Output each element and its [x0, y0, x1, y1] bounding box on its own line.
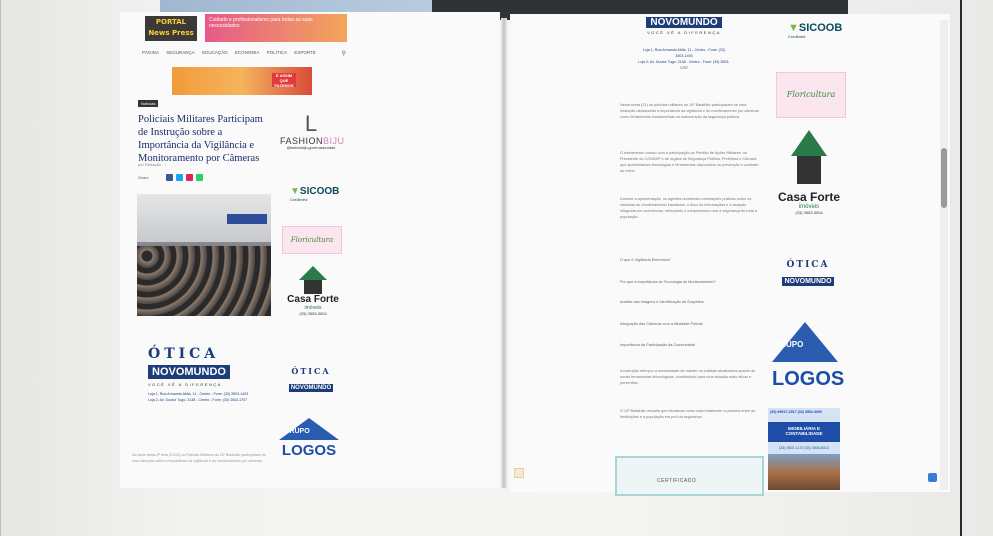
otica-ad-small-right[interactable]: ÓTICA NOVOMUNDO	[778, 260, 838, 288]
photo-crowd	[137, 246, 271, 316]
otica-right-tagline: VOCÊ VÊ A DIFERENÇA	[647, 30, 721, 35]
otica-right-name: NOVOMUNDO	[646, 17, 722, 28]
facebook-icon[interactable]	[165, 174, 173, 181]
site-logo[interactable]: PORTAL News Press	[145, 16, 197, 41]
otica-small-word: ÓTICA	[291, 366, 331, 376]
share-label: Share	[138, 175, 149, 180]
logos-right-grupo: GRUPO	[774, 340, 804, 349]
otica-ad-large[interactable]: ÓTICA NOVOMUNDO VOCÊ VÊ A DIFERENÇA Loja…	[148, 346, 258, 403]
casa-forte-right-name: Casa Forte	[777, 190, 841, 204]
promo-banner[interactable]: É ASSIM QUE FAZEMOS	[172, 67, 312, 95]
article-subheading: Por que a Importância da Tecnologia de M…	[620, 280, 716, 284]
imob-title: IMOBILIÁRIA E CONTABILIDADE	[785, 426, 823, 436]
promo-banner-label: É ASSIM QUE FAZEMOS	[272, 73, 296, 88]
grupo-logos-ad[interactable]: GRUPO LOGOS	[278, 418, 340, 459]
otica-small-right-word: ÓTICA	[786, 260, 830, 270]
otica-right-address-2: Loja 2: Av. Doutor Tugo, 2138 - Centro -…	[638, 60, 730, 70]
sicoob-sub: Credimed	[290, 197, 308, 202]
article-meta: por Redação · ·	[138, 162, 166, 167]
home-icon[interactable]	[514, 468, 524, 478]
nav-item[interactable]: POLÍTICA	[267, 50, 288, 55]
pinterest-icon[interactable]	[185, 174, 193, 181]
scrollbar-thumb[interactable]	[941, 148, 947, 208]
otica-small-right-name: NOVOMUNDO	[782, 277, 834, 286]
article-subheading: O que é Vigilância Eletrônica?	[620, 258, 671, 262]
nav-item[interactable]: SEGURANÇA	[166, 50, 195, 55]
fashion-name: FASHION	[280, 136, 324, 146]
article-subheading: Importância da Participação da Comunidad…	[620, 343, 695, 347]
sicoob-right-logo-icon: ▼	[788, 22, 799, 34]
imobiliaria-ad[interactable]: (33) 99917-2517 (33) 3502-3000 IMOBILIÁR…	[768, 408, 840, 490]
fashion-biju-ad[interactable]: L FASHIONBIJU @fashionbiju.governadorval…	[280, 111, 345, 151]
sicoob-ad-right[interactable]: ▼SICOOB Credimed	[788, 22, 842, 39]
search-icon[interactable]: ⚲	[342, 50, 346, 57]
casa-forte-ad[interactable]: Casa Forte imóveis (33) 3503-3004	[282, 266, 344, 316]
photo-banner	[227, 214, 267, 224]
otica-tagline: VOCÊ VÊ A DIFERENÇA	[148, 382, 222, 387]
casa-forte-name: Casa Forte	[287, 294, 339, 305]
otica-name: NOVOMUNDO	[148, 365, 230, 379]
imob-phones-top: (33) 99917-2517 (33) 3502-3000	[768, 408, 840, 422]
fashion-name-b: BIJU	[323, 136, 345, 146]
floricultura-ad-right[interactable]: Floricultura	[776, 72, 846, 118]
casa-forte-phone: (33) 3503-3004	[299, 311, 327, 316]
otica-word: ÓTICA	[148, 346, 220, 362]
frame-edge-right	[960, 0, 962, 536]
article-title: Policiais Militares Participam de Instru…	[138, 114, 263, 164]
otica-small-name: NOVOMUNDO	[288, 384, 334, 392]
otica-address-2: Loja 2: Av. Doutor Tugo, 2138 - Centro -…	[148, 398, 248, 402]
house-icon	[791, 130, 827, 156]
main-nav: PÁGINA SEGURANÇA EDUCAÇÃO ECONOMIA POLÍT…	[142, 50, 352, 58]
share-bar: Share	[138, 174, 203, 181]
article-subheading: Análise das Imagens e Identificação de S…	[620, 300, 704, 304]
sicoob-right-name: SICOOB	[798, 22, 843, 34]
article-paragraph: Durante a apresentação, os agentes receb…	[620, 197, 757, 219]
sicoob-name: SICOOB	[299, 186, 340, 197]
whatsapp-icon[interactable]	[195, 174, 203, 181]
right-screenshot	[510, 14, 950, 492]
article-paragraph: Nesta sexta (21) os policiais militares …	[620, 103, 759, 119]
sicoob-ad[interactable]: ▼SICOOB Credimed	[290, 186, 339, 202]
floricultura-ad[interactable]: Floricultura	[282, 226, 342, 254]
article-body-snippet: Na tarde desta 2ª feira (21/03) os Polic…	[132, 453, 266, 463]
logos-name: LOGOS	[281, 442, 337, 459]
imob-phones: (33) 3503-1172 (33) 3505-8313	[768, 442, 840, 454]
nav-item[interactable]: ECONOMIA	[235, 50, 260, 55]
category-badge[interactable]: Notícias	[138, 100, 159, 107]
vertical-scrollbar[interactable]	[940, 20, 948, 490]
article-paragraph: A instrução reforçou a necessidade de ma…	[620, 369, 756, 385]
fashion-logo-icon: L	[304, 111, 318, 136]
logos-right-name: LOGOS	[772, 368, 845, 390]
sicoob-right-sub: Credimed	[788, 34, 806, 39]
header-ad[interactable]: Cuidado e profissionalismo para todas as…	[205, 14, 347, 42]
twitter-icon[interactable]	[175, 174, 183, 181]
fashion-instagram: @fashionbiju.governadorvalad	[286, 146, 336, 150]
otica-ad-small[interactable]: ÓTICA NOVOMUNDO	[282, 366, 340, 394]
nav-item[interactable]: EDUCAÇÃO	[202, 50, 228, 55]
page-divider	[501, 18, 507, 488]
logos-grupo: GRUPO	[284, 428, 310, 435]
article-paragraph: O treinamento contou com a participação …	[620, 151, 759, 173]
house-icon	[299, 266, 327, 280]
nav-item[interactable]: PÁGINA	[142, 50, 159, 55]
casa-forte-ad-right[interactable]: Casa Forte imóveis (33) 3503-3004	[776, 130, 842, 215]
house-body	[797, 156, 821, 184]
imob-photo	[768, 454, 840, 490]
otica-ad-right[interactable]: NOVOMUNDO VOCÊ VÊ A DIFERENÇA Loja 1: Ru…	[638, 12, 730, 71]
back-to-top-button[interactable]	[928, 473, 937, 482]
otica-right-address-1: Loja 1: Rua Armando Abila, 11 - Centro -…	[642, 48, 726, 58]
house-body	[304, 280, 322, 294]
article-paragraph: O 14º Batalhão ressalta que iniciativas …	[620, 409, 755, 419]
article-photo	[137, 194, 271, 316]
grupo-logos-ad-right[interactable]: GRUPO LOGOS	[772, 322, 845, 391]
photo-top-strip	[160, 0, 432, 12]
nav-item[interactable]: ESPORTE	[294, 50, 315, 55]
certificate-image[interactable]: CERTIFICADO	[615, 456, 764, 496]
article-subheading: Integração das Câmeras com a Atividade P…	[620, 322, 703, 326]
casa-forte-right-phone: (33) 3503-3004	[795, 210, 823, 215]
certificate-label: CERTIFICADO	[657, 478, 697, 484]
frame-edge-left	[0, 0, 1, 536]
sicoob-logo-icon: ▼	[290, 186, 300, 197]
